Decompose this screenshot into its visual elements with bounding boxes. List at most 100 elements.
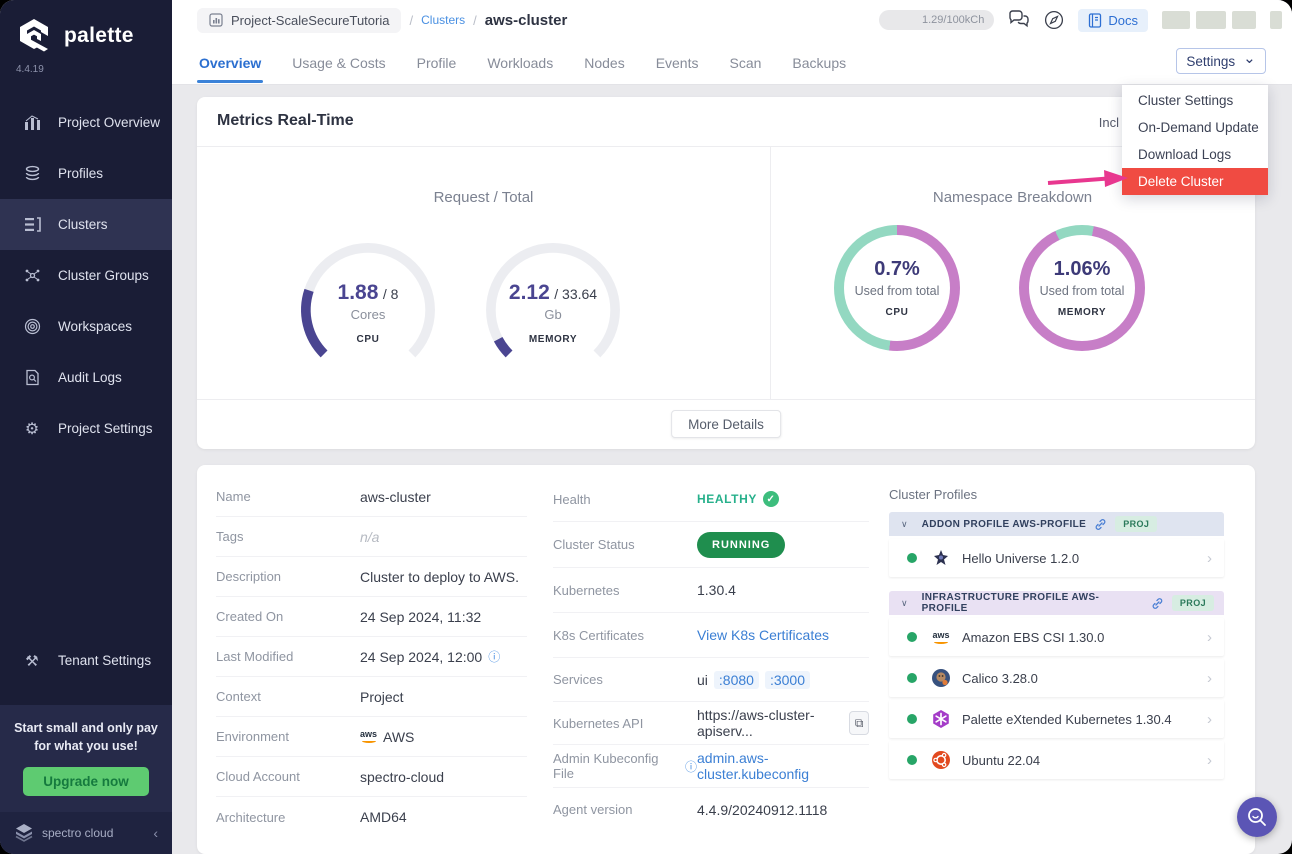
upgrade-now-button[interactable]: Upgrade now xyxy=(23,767,149,796)
pack-status-dot xyxy=(907,714,917,724)
detail-label: Description xyxy=(216,569,360,584)
addon-profile-header[interactable]: ∨ ADDON PROFILE AWS-PROFILE PROJ xyxy=(889,512,1224,536)
detail-row-k8s-certificates: K8s Certificates View K8s Certificates xyxy=(553,613,869,658)
tab-events[interactable]: Events xyxy=(654,40,701,85)
info-icon[interactable]: ⓘ xyxy=(685,758,697,775)
sidebar-item-clusters[interactable]: Clusters xyxy=(0,199,172,250)
tab-scan[interactable]: Scan xyxy=(728,40,764,85)
detail-value: 1.30.4 xyxy=(697,582,736,598)
profile-pack-row-ebs-csi[interactable]: aws Amazon EBS CSI 1.30.0 › xyxy=(889,618,1224,656)
audit-doc-icon xyxy=(22,368,42,388)
service-port-link[interactable]: :8080 xyxy=(714,671,759,689)
layers-icon xyxy=(22,164,42,184)
upgrade-promo: Start small and only pay for what you us… xyxy=(0,705,172,812)
health-status-text: HEALTHY xyxy=(697,492,757,506)
detail-row-cloud-account: Cloud Account spectro-cloud xyxy=(216,757,527,797)
cluster-tabs: Overview Usage & Costs Profile Workloads… xyxy=(197,40,848,85)
network-icon xyxy=(22,266,42,286)
aws-logo-icon: aws xyxy=(360,730,377,743)
namespace-memory-caption: Used from total xyxy=(1040,284,1125,298)
compass-icon[interactable] xyxy=(1044,10,1064,30)
breadcrumb-project-pill[interactable]: Project-ScaleSecureTutoria xyxy=(197,8,401,33)
sidebar-item-workspaces[interactable]: Workspaces xyxy=(0,301,172,352)
cpu-unit: Cores xyxy=(351,307,386,322)
detail-value: 4.4.9/20240912.1118 xyxy=(697,802,827,818)
chevron-right-icon: › xyxy=(1207,550,1212,567)
request-total-title: Request / Total xyxy=(197,189,770,206)
menu-item-delete-cluster[interactable]: Delete Cluster xyxy=(1122,168,1268,195)
tab-usage-costs[interactable]: Usage & Costs xyxy=(290,40,387,85)
service-port-link[interactable]: :3000 xyxy=(765,671,810,689)
detail-label: Architecture xyxy=(216,810,360,825)
redacted-block xyxy=(1232,11,1256,29)
redacted-user-info xyxy=(1162,11,1282,29)
detail-label: Cluster Status xyxy=(553,537,697,552)
more-details-button[interactable]: More Details xyxy=(671,410,781,438)
settings-dropdown-button[interactable]: Settings ⌄ xyxy=(1176,48,1266,74)
sidebar-item-audit-logs[interactable]: Audit Logs xyxy=(0,352,172,403)
chat-icon[interactable] xyxy=(1008,10,1030,30)
palette-logo[interactable]: palette xyxy=(0,0,172,56)
pack-name: Calico 3.28.0 xyxy=(962,671,1207,686)
docs-button[interactable]: Docs xyxy=(1078,9,1148,32)
cluster-profiles-panel: Cluster Profiles ∨ ADDON PROFILE AWS-PRO… xyxy=(889,465,1224,793)
cluster-details-card: Name aws-cluster Tags n/a Description Cl… xyxy=(197,465,1255,854)
tab-overview[interactable]: Overview xyxy=(197,40,263,85)
menu-item-on-demand-update[interactable]: On-Demand Update xyxy=(1122,114,1268,141)
detail-row-description: Description Cluster to deploy to AWS. xyxy=(216,557,527,597)
help-fab-button[interactable] xyxy=(1237,797,1277,837)
usage-quota-pill: 1.29/100kCh xyxy=(879,10,994,30)
info-icon[interactable]: ⓘ xyxy=(488,648,500,665)
detail-row-created-on: Created On 24 Sep 2024, 11:32 xyxy=(216,597,527,637)
sidebar-tenant-settings: ⚒ Tenant Settings xyxy=(0,635,172,686)
addon-profile-group: ∨ ADDON PROFILE AWS-PROFILE PROJ Hello U… xyxy=(889,512,1224,577)
memory-total-value: / 33.64 xyxy=(554,286,597,302)
tab-nodes[interactable]: Nodes xyxy=(582,40,626,85)
cpu-total-value: / 8 xyxy=(383,286,399,302)
detail-row-kubernetes: Kubernetes 1.30.4 xyxy=(553,568,869,613)
gear-icon: ⚙ xyxy=(22,419,42,439)
tab-backups[interactable]: Backups xyxy=(790,40,848,85)
redacted-block xyxy=(1162,11,1190,29)
sidebar-item-profiles[interactable]: Profiles xyxy=(0,148,172,199)
breadcrumb-separator: / xyxy=(473,13,477,28)
sidebar-item-project-settings[interactable]: ⚙ Project Settings xyxy=(0,403,172,454)
detail-label: Created On xyxy=(216,609,360,624)
cpu-request-value: 1.88 xyxy=(338,281,379,304)
infrastructure-profile-header[interactable]: ∨ INFRASTRUCTURE PROFILE AWS-PROFILE PRO… xyxy=(889,591,1224,615)
detail-label: Name xyxy=(216,489,360,504)
chevron-down-icon: ⌄ xyxy=(1243,49,1256,67)
cpu-gauge: 1.88 / 8 Cores CPU xyxy=(293,235,443,385)
divider xyxy=(197,146,1255,147)
tab-workloads[interactable]: Workloads xyxy=(485,40,555,85)
sidebar-item-label: Audit Logs xyxy=(58,370,122,385)
copy-icon[interactable]: ⧉ xyxy=(849,711,869,735)
detail-value: Cluster to deploy to AWS. xyxy=(360,569,519,585)
detail-label: Cloud Account xyxy=(216,769,360,784)
detail-row-kubeconfig: Admin Kubeconfig Fileⓘ admin.aws-cluster… xyxy=(553,745,869,788)
breadcrumb-clusters-link[interactable]: Clusters xyxy=(421,13,465,27)
collapse-sidebar-icon[interactable]: ‹ xyxy=(153,825,158,841)
pack-status-dot xyxy=(907,553,917,563)
profile-pack-row-hello-universe[interactable]: Hello Universe 1.2.0 › xyxy=(889,539,1224,577)
sidebar-item-label: Profiles xyxy=(58,166,103,181)
sidebar-item-project-overview[interactable]: Project Overview xyxy=(0,97,172,148)
sidebar-item-label: Workspaces xyxy=(58,319,132,334)
sidebar-item-cluster-groups[interactable]: Cluster Groups xyxy=(0,250,172,301)
cluster-list-icon xyxy=(22,215,42,235)
app-window: palette 4.4.19 Project Overview Profiles xyxy=(0,0,1292,854)
profile-pack-row-ubuntu[interactable]: Ubuntu 22.04 › xyxy=(889,741,1224,779)
sidebar-item-label: Cluster Groups xyxy=(58,268,149,283)
detail-row-name: Name aws-cluster xyxy=(216,477,527,517)
menu-item-download-logs[interactable]: Download Logs xyxy=(1122,141,1268,168)
memory-gauge-label: MEMORY xyxy=(529,334,577,345)
profile-pack-row-calico[interactable]: Calico 3.28.0 › xyxy=(889,659,1224,697)
kubeconfig-download-link[interactable]: admin.aws-cluster.kubeconfig xyxy=(697,750,869,782)
sidebar-footer: spectro cloud ‹ xyxy=(0,812,172,854)
menu-item-cluster-settings[interactable]: Cluster Settings xyxy=(1122,87,1268,114)
profile-pack-row-pxk[interactable]: Palette eXtended Kubernetes 1.30.4 › xyxy=(889,700,1224,738)
tab-profile[interactable]: Profile xyxy=(415,40,459,85)
view-k8s-certificates-link[interactable]: View K8s Certificates xyxy=(697,627,829,643)
sidebar-item-tenant-settings[interactable]: ⚒ Tenant Settings xyxy=(0,635,172,686)
metrics-realtime-card: Metrics Real-Time Incl Request / Total N… xyxy=(197,97,1255,449)
